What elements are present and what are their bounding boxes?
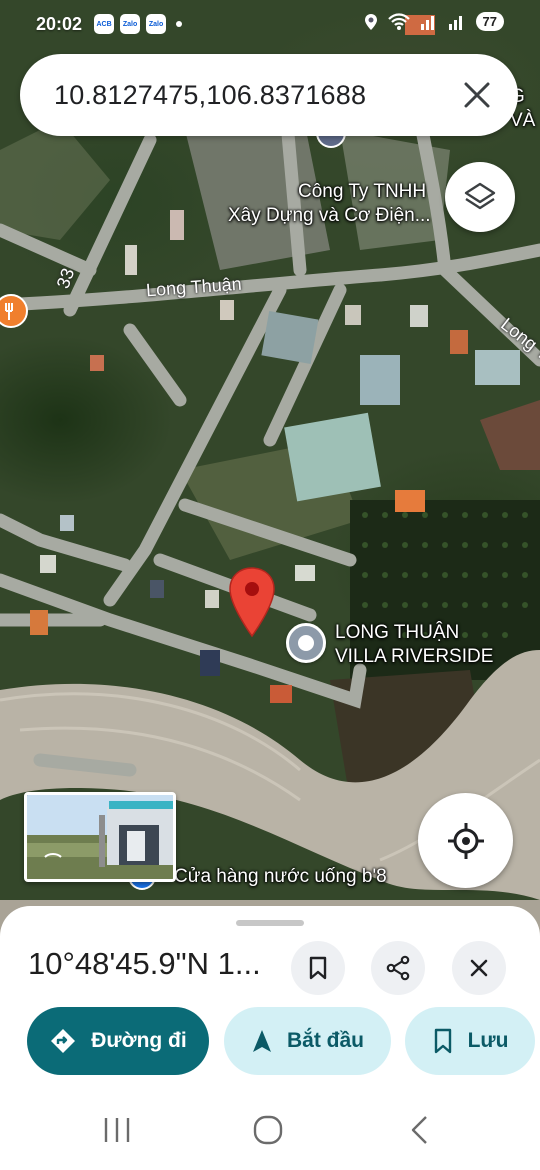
directions-button[interactable]: Đường đi <box>27 1007 209 1075</box>
close-icon[interactable] <box>458 76 496 114</box>
close-sheet-button[interactable] <box>452 941 506 995</box>
status-time: 20:02 <box>36 13 83 34</box>
save-label: Lưu <box>467 1029 509 1052</box>
bookmark-icon <box>434 1028 451 1054</box>
sheet-drag-handle[interactable] <box>236 920 304 926</box>
navigation-icon <box>252 1030 271 1052</box>
recents-icon[interactable] <box>102 1116 132 1144</box>
coordinates-title: 10°48'45.9"N 1... <box>28 946 261 981</box>
back-icon[interactable] <box>408 1114 432 1146</box>
wifi-icon <box>387 12 410 30</box>
place-label-company[interactable]: Công Ty TNHH <box>298 181 426 203</box>
close-icon <box>470 959 488 977</box>
layers-button[interactable] <box>445 162 515 232</box>
place-label-villa[interactable]: LONG THUẬN <box>335 622 459 644</box>
search-bar[interactable]: 10.8127475,106.8371688 <box>20 54 518 136</box>
start-label: Bắt đầu <box>286 1029 364 1052</box>
share-button[interactable] <box>371 941 425 995</box>
save-icon-button[interactable] <box>291 941 345 995</box>
place-label-shop[interactable]: Cửa hàng nước uống b'8 <box>174 866 387 888</box>
status-bar: 20:02 ACB Zalo Zalo 77 <box>0 0 540 48</box>
edge-label: VÀ <box>510 110 536 131</box>
dropped-pin-icon[interactable] <box>228 566 276 642</box>
place-label-villa-line2[interactable]: VILLA RIVERSIDE <box>335 646 493 668</box>
save-button[interactable]: Lưu <box>405 1007 535 1075</box>
home-icon[interactable] <box>252 1114 284 1146</box>
zalo-app-icon: Zalo <box>120 14 141 34</box>
signal-icon <box>420 15 434 30</box>
notification-dot-icon <box>176 21 183 27</box>
street-view-thumbnail[interactable] <box>24 792 176 882</box>
start-button[interactable]: Bắt đầu <box>224 1007 391 1075</box>
my-location-button[interactable] <box>418 793 513 888</box>
restaurant-icon[interactable] <box>0 294 28 328</box>
signal-icon <box>448 15 462 30</box>
villa-pin-icon[interactable] <box>286 623 326 663</box>
search-query[interactable]: 10.8127475,106.8371688 <box>54 80 366 111</box>
layers-icon <box>464 182 496 210</box>
share-icon <box>386 955 410 981</box>
acb-app-icon: ACB <box>94 14 115 34</box>
place-label-company-line2[interactable]: Xây Dựng và Cơ Điện... <box>228 205 431 227</box>
zalo-app-icon: Zalo <box>146 14 167 34</box>
bookmark-icon <box>309 956 327 980</box>
system-nav-bar <box>0 1090 540 1170</box>
location-icon <box>364 13 377 30</box>
directions-icon <box>51 1029 76 1053</box>
my-location-icon <box>447 822 484 859</box>
directions-label: Đường đi <box>91 1029 187 1052</box>
battery-indicator: 77 <box>475 12 504 31</box>
